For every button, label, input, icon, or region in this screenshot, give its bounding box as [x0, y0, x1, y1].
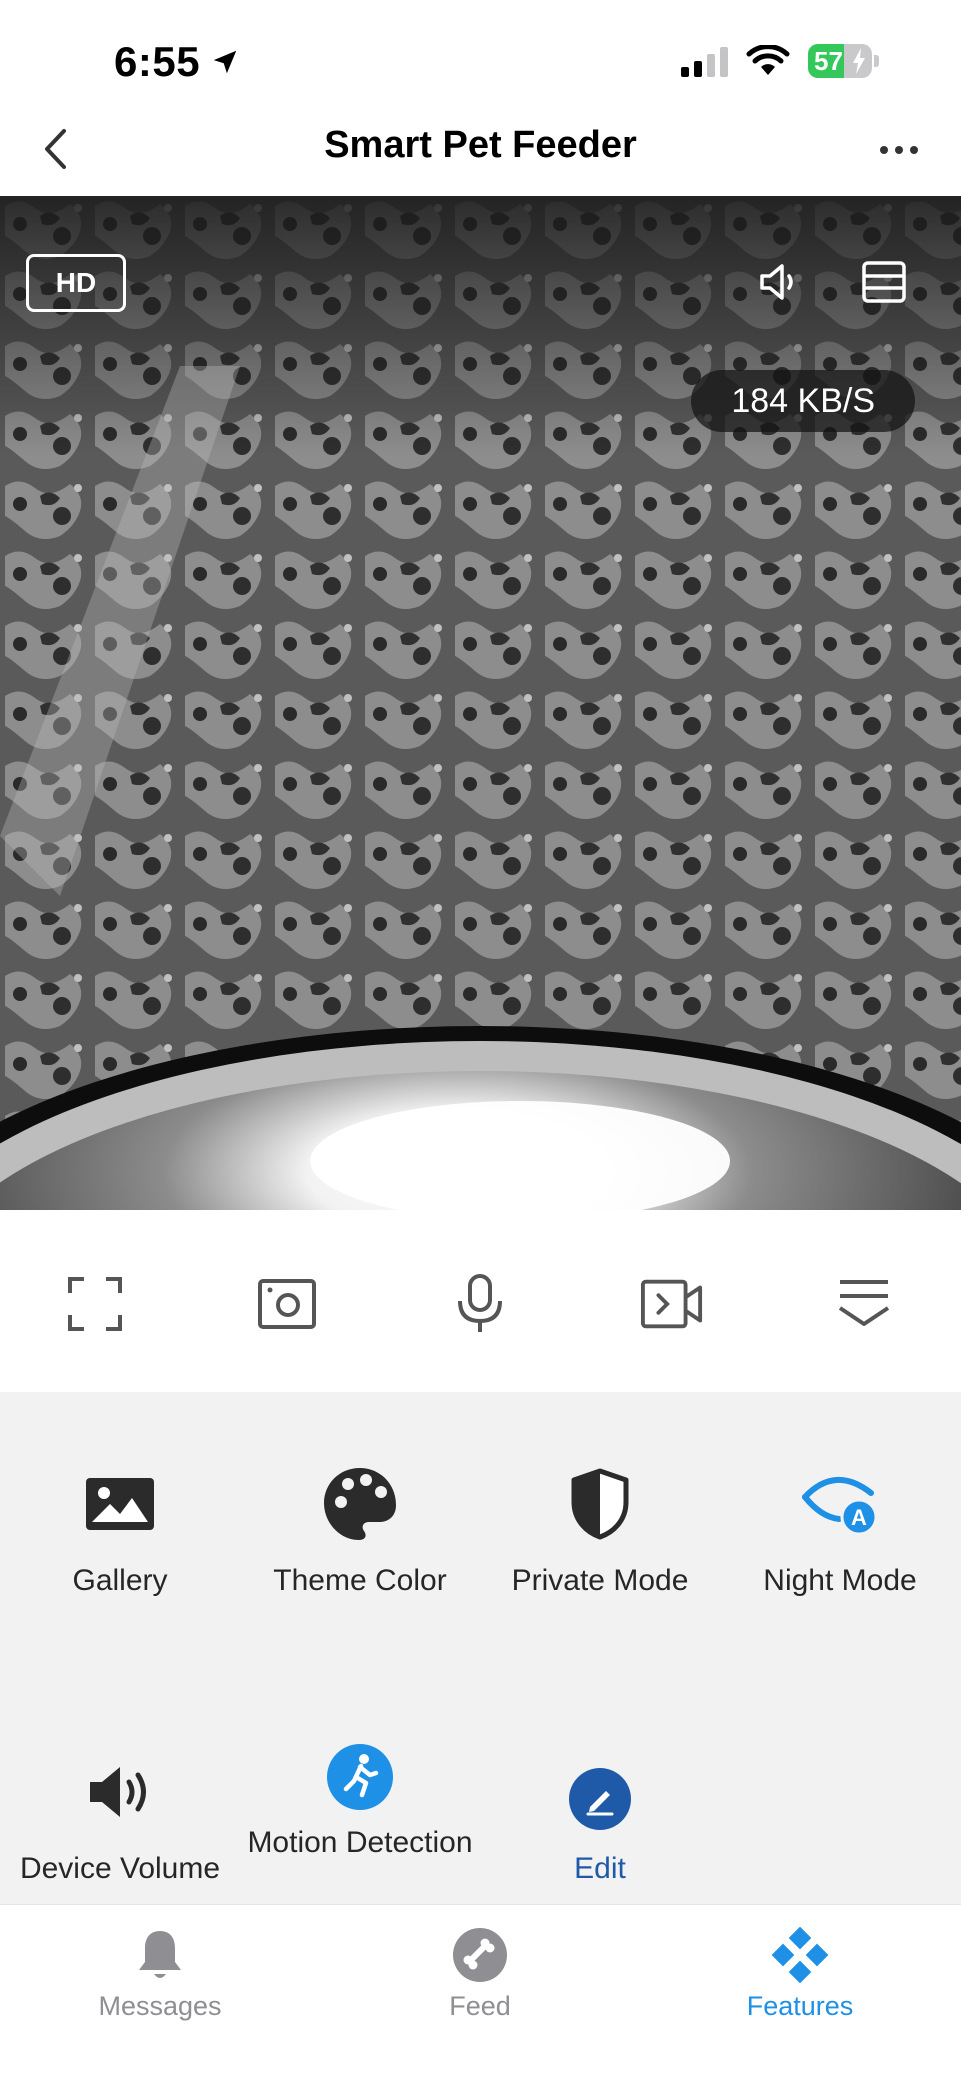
battery-icon: 57	[808, 44, 872, 78]
collapse-button[interactable]	[832, 1272, 896, 1336]
tab-feed[interactable]: Feed	[380, 1923, 580, 2022]
night-mode-icon: A	[802, 1477, 878, 1536]
fullscreen-button[interactable]	[63, 1272, 127, 1336]
features-icon	[772, 1927, 828, 1983]
microphone-icon	[458, 1274, 502, 1332]
camera-live-view[interactable]: HD 184 KB/S	[0, 196, 961, 1210]
feature-gallery[interactable]: Gallery	[0, 1464, 240, 1600]
features-panel: Gallery Theme Color Private Mode A Night…	[0, 1392, 961, 1904]
motion-detection-icon	[327, 1744, 393, 1810]
record-button[interactable]	[640, 1272, 704, 1336]
feature-motion-detection[interactable]: Motion Detection	[240, 1742, 480, 1862]
cellular-signal-icon	[681, 45, 728, 77]
speaker-outline-icon	[760, 264, 793, 300]
fullscreen-icon	[68, 1277, 122, 1331]
clock: 6:55	[114, 38, 201, 85]
feature-private-mode[interactable]: Private Mode	[480, 1464, 720, 1600]
camera-feed-image	[0, 196, 961, 1210]
video-record-icon	[640, 1279, 703, 1329]
wifi-icon	[746, 45, 790, 75]
layout-icon	[862, 261, 906, 303]
location-arrow-icon	[213, 50, 237, 74]
bottom-tab-bar: Messages Feed Features	[0, 1904, 961, 2082]
feature-label: Motion Detection	[247, 1826, 473, 1859]
svg-text:A: A	[851, 1505, 867, 1530]
feature-label: Night Mode	[763, 1564, 917, 1597]
charging-bolt-icon	[853, 48, 865, 74]
camera-snapshot-icon	[258, 1279, 316, 1329]
tab-label: Features	[746, 1991, 854, 2021]
snapshot-button[interactable]	[255, 1272, 319, 1336]
shield-icon	[571, 1468, 629, 1540]
tab-label: Messages	[98, 1991, 222, 2021]
status-indicators: 57	[681, 44, 879, 78]
feature-label: Edit	[574, 1852, 626, 1885]
status-time: 6:55	[114, 38, 240, 86]
feature-theme-color[interactable]: Theme Color	[240, 1464, 480, 1600]
feature-label: Gallery	[72, 1564, 168, 1597]
bone-icon	[453, 1928, 507, 1982]
bitrate-indicator: 184 KB/S	[691, 370, 915, 432]
more-options-button[interactable]	[871, 130, 927, 170]
tab-messages[interactable]: Messages	[60, 1923, 260, 2022]
feature-night-mode[interactable]: A Night Mode	[720, 1464, 960, 1600]
edit-icon	[569, 1768, 631, 1830]
volume-toggle-button[interactable]	[752, 254, 808, 310]
talk-button[interactable]	[448, 1272, 512, 1336]
hd-quality-toggle[interactable]: HD	[26, 254, 126, 312]
page-title: Smart Pet Feeder	[324, 124, 637, 166]
bell-icon	[139, 1931, 181, 1978]
feature-device-volume[interactable]: Device Volume	[0, 1752, 240, 1888]
feature-label: Device Volume	[19, 1852, 221, 1885]
collapse-down-icon	[838, 1280, 890, 1326]
palette-icon	[324, 1468, 396, 1540]
speaker-icon	[90, 1767, 146, 1817]
camera-controls	[0, 1210, 961, 1392]
tab-label: Feed	[449, 1991, 511, 2021]
gallery-icon	[86, 1478, 154, 1530]
feature-label: Theme Color	[273, 1564, 447, 1597]
multi-view-button[interactable]	[856, 254, 912, 310]
feature-label: Private Mode	[511, 1564, 689, 1597]
navigation-header: Smart Pet Feeder	[0, 100, 961, 196]
tab-features[interactable]: Features	[700, 1923, 900, 2022]
feature-edit[interactable]: Edit	[480, 1766, 720, 1888]
